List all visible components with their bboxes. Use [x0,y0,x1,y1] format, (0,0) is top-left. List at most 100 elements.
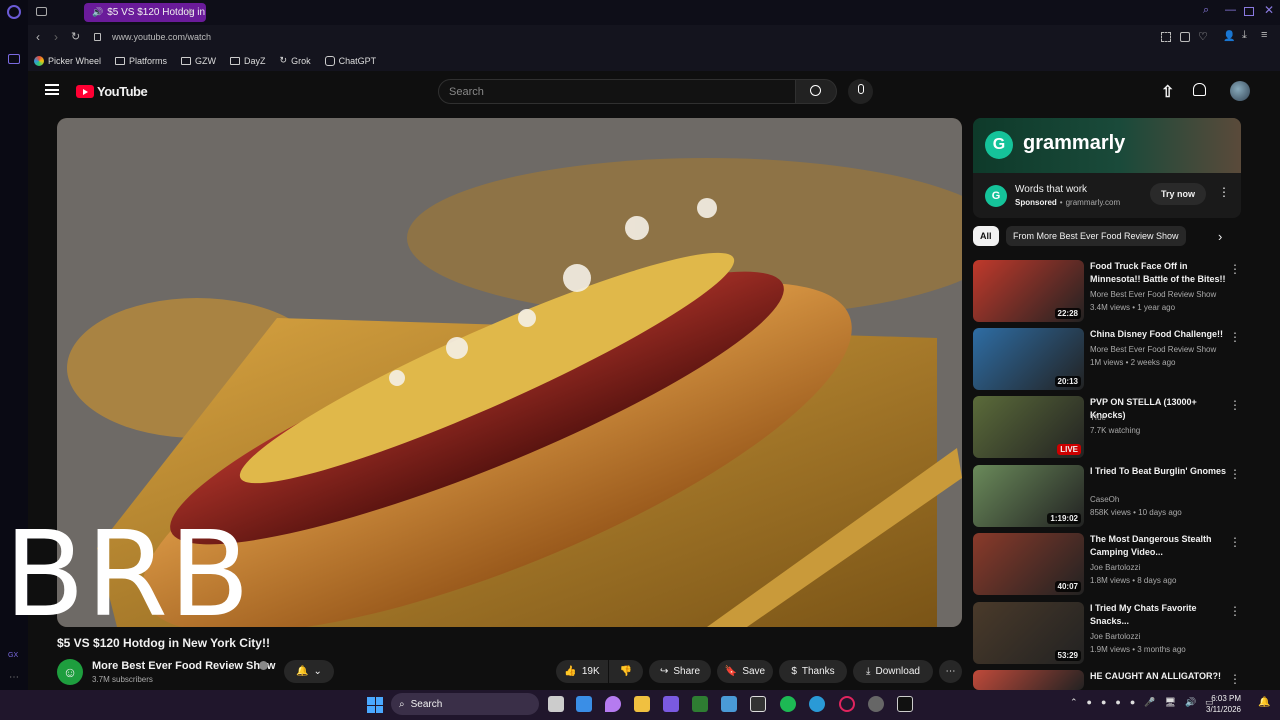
recommendation-title[interactable]: I Tried To Beat Burglin' Gnomes [1090,465,1228,478]
bookmark-dayz[interactable]: DayZ [230,56,266,66]
subscription-bell-button[interactable]: 🔔 ⌄ [284,660,334,683]
bookmark-gzw[interactable]: GZW [181,56,216,66]
edge-icon[interactable] [809,696,825,712]
download-button[interactable]: ⤓ Download [853,660,933,683]
channel-avatar[interactable]: ☺ [57,659,83,685]
tray-app-icon[interactable]: ● [1087,697,1092,708]
app-drop-icon[interactable] [605,696,621,712]
file-explorer-icon[interactable] [634,696,650,712]
maximize-icon[interactable] [1244,7,1254,16]
thanks-button[interactable]: $ Thanks [779,660,847,683]
youtube-logo[interactable]: YouTube [76,84,148,99]
windows-start-icon[interactable] [367,697,383,713]
chip-from-channel[interactable]: From More Best Ever Food Review Show [1006,226,1186,246]
recommendation-title[interactable]: China Disney Food Challenge!! [1090,328,1228,341]
menu-icon[interactable]: ≡ [1261,29,1267,41]
recommendation-channel[interactable]: Joe Bartolozzi [1090,630,1140,643]
tray-mic-icon[interactable]: 🎤 [1144,697,1155,708]
search-tabs-icon[interactable]: ⌕ [1203,4,1209,17]
recommendation-title[interactable]: I Tried My Chats Favorite Snacks... [1090,602,1228,628]
recommendation-item[interactable]: 22:28 Food Truck Face Off in Minnesota!! … [973,260,1243,324]
bookmark-platforms[interactable]: Platforms [115,56,167,66]
recommendation-item[interactable]: 53:29 I Tried My Chats Favorite Snacks...… [973,602,1243,666]
recommendation-channel[interactable]: More Best Ever Food Review Show [1090,288,1216,301]
chip-all[interactable]: All [973,226,999,246]
download-icon[interactable]: ⤓ [1242,29,1247,42]
taskbar-search[interactable]: ⌕ Search [391,693,539,715]
tray-chevron-up-icon[interactable]: ⌃ [1070,697,1078,708]
url-field[interactable]: www.youtube.com/watch [112,32,211,42]
grid-app-icon[interactable] [663,696,679,712]
recommendation-channel[interactable]: Tfue [1090,411,1106,424]
more-actions-button[interactable]: ⋯ [939,660,962,683]
avatar[interactable] [1230,81,1250,101]
recommendation-menu-icon[interactable]: ⋮ [1229,330,1241,344]
more-icon[interactable]: ⋯ [9,672,19,683]
recommendation-title[interactable]: PVP ON STELLA (13000+ Knocks) [1090,396,1228,422]
sponsored-ad[interactable]: G grammarly G Words that work Sponsored •… [973,118,1241,218]
search-button[interactable] [795,79,837,104]
notepad-icon[interactable] [721,696,737,712]
recommendation-item[interactable]: HE CAUGHT AN ALLIGATOR?! ⋮ [973,670,1243,690]
like-button[interactable]: 👍 19K [556,660,608,683]
recommendation-item[interactable]: 1:19:02 I Tried To Beat Burglin' Gnomes Ca… [973,465,1243,529]
forward-icon[interactable]: › [54,30,58,44]
minimize-icon[interactable]: — [1225,4,1236,16]
task-view-icon[interactable] [548,696,564,712]
recommendation-item[interactable]: 40:07 The Most Dangerous Stealth Camping … [973,533,1243,597]
video-thumbnail[interactable]: 40:07 [973,533,1084,595]
recommendation-menu-icon[interactable]: ⋮ [1229,262,1241,276]
tray-volume-icon[interactable]: 🔊 [1185,697,1196,708]
recommendation-menu-icon[interactable]: ⋮ [1229,604,1241,618]
recommendation-channel[interactable]: Joe Bartolozzi [1090,561,1140,574]
notifications-icon[interactable]: 🔔 [1258,697,1270,708]
try-now-button[interactable]: Try now [1150,183,1206,205]
video-thumbnail[interactable]: 20:13 [973,328,1084,390]
video-thumbnail[interactable]: 53:29 [973,602,1084,664]
save-button[interactable]: 🔖 Save [717,660,773,683]
vpn-icon[interactable] [1180,32,1190,42]
system-tray[interactable]: ⌃ ● ● ● ● 🎤 🖥 🔊 ▭ [1070,697,1214,708]
recommendation-channel[interactable]: CaseOh [1090,493,1119,506]
search-input[interactable]: Search [438,79,796,104]
upload-icon[interactable]: ⇧ [1161,82,1174,102]
video-thumbnail[interactable] [973,670,1084,690]
recommendation-menu-icon[interactable]: ⋮ [1229,467,1241,481]
bookmark-picker-wheel[interactable]: Picker Wheel [34,55,101,66]
tray-app-icon[interactable]: ● [1115,697,1120,708]
opera-gx-icon[interactable] [839,696,855,712]
share-button[interactable]: ↪ Share [649,660,711,683]
aria-icon[interactable] [8,54,20,64]
recommendation-title[interactable]: Food Truck Face Off in Minnesota!! Battl… [1090,260,1228,286]
tray-network-icon[interactable]: 🖥 [1165,697,1176,708]
spotify-icon[interactable] [780,696,796,712]
video-thumbnail[interactable]: LIVE [973,396,1084,458]
notifications-bell-icon[interactable] [1193,83,1206,96]
bookmark-grok[interactable]: ↻ Grok [280,55,311,66]
taskbar-clock[interactable]: 6:03 PM 3/11/2026 [1206,693,1241,715]
heart-icon[interactable]: ♡ [1198,30,1208,43]
epic-games-icon[interactable] [750,696,766,712]
ad-menu-icon[interactable]: ⋮ [1218,185,1230,199]
opera-logo-icon[interactable] [7,5,21,19]
new-tab-button[interactable]: + [186,4,194,19]
snapshot-icon[interactable] [1161,32,1171,42]
tray-app-icon[interactable]: ● [1130,697,1135,708]
recommendation-title[interactable]: The Most Dangerous Stealth Camping Video… [1090,533,1228,559]
recommendation-title[interactable]: HE CAUGHT AN ALLIGATOR?! [1090,670,1228,683]
voice-search-button[interactable] [848,79,873,104]
app-icon[interactable] [897,696,913,712]
recommendation-menu-icon[interactable]: ⋮ [1229,398,1241,412]
hamburger-menu-icon[interactable] [45,84,59,95]
close-window-icon[interactable]: ✕ [1264,3,1274,17]
recommendation-menu-icon[interactable]: ⋮ [1229,672,1241,686]
back-icon[interactable]: ‹ [36,30,40,44]
tab-manager-icon[interactable] [36,7,47,16]
obs-icon[interactable] [868,696,884,712]
reload-icon[interactable]: ↻ [71,30,80,43]
recommendation-item[interactable]: 20:13 China Disney Food Challenge!! More B… [973,328,1243,392]
video-thumbnail[interactable]: 22:28 [973,260,1084,322]
channel-name[interactable]: More Best Ever Food Review Show [92,660,275,672]
bookmark-chatgpt[interactable]: ChatGPT [324,55,376,66]
video-thumbnail[interactable]: 1:19:02 [973,465,1084,527]
